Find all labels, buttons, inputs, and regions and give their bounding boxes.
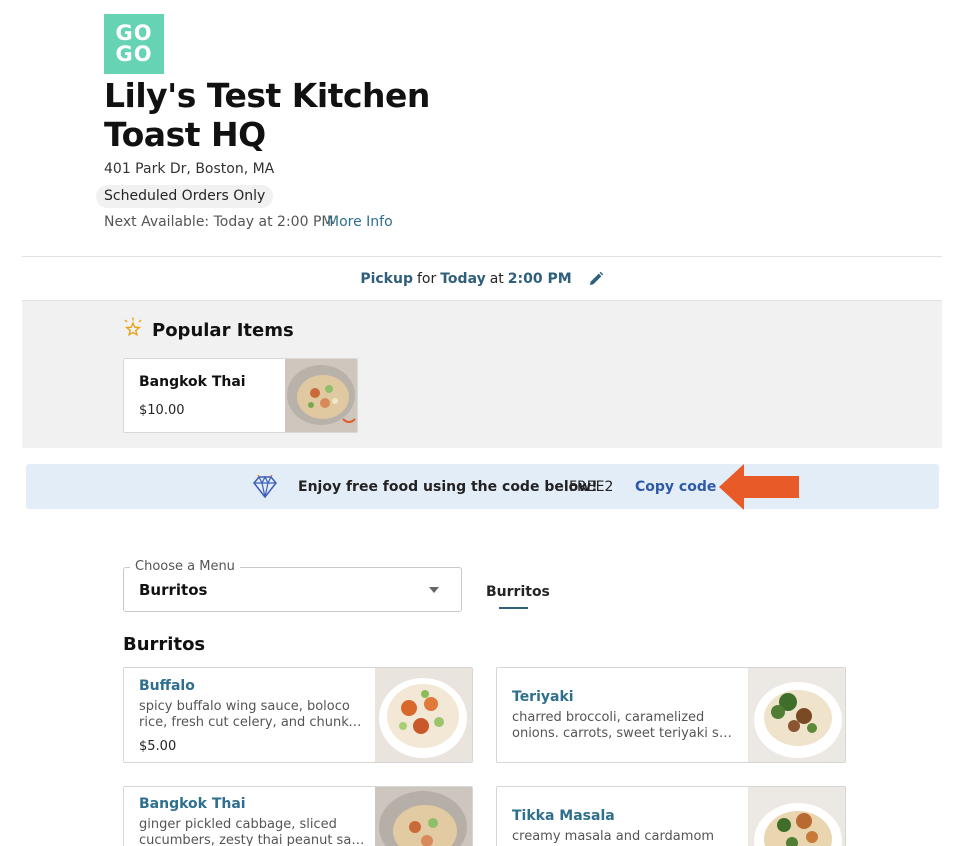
restaurant-logo: GO GO bbox=[104, 14, 164, 74]
buffalo-bowl-image bbox=[375, 668, 472, 762]
menu-item-description: ginger pickled cabbage, sliced cucumbers… bbox=[139, 817, 365, 846]
scheduled-orders-badge: Scheduled Orders Only bbox=[96, 185, 274, 208]
menu-item-name: Tikka Masala bbox=[512, 808, 615, 824]
star-icon bbox=[122, 317, 144, 343]
menu-item-card-buffalo[interactable]: Buffalo spicy buffalo wing sauce, boloco… bbox=[123, 667, 473, 763]
menu-item-card-bangkok-thai[interactable]: Bangkok Thai ginger pickled cabbage, sli… bbox=[123, 786, 473, 846]
menu-item-description-line-1: charred broccoli, caramelized bbox=[512, 710, 705, 725]
menu-item-name: Buffalo bbox=[139, 678, 195, 694]
pickup-for-text: for bbox=[416, 270, 437, 287]
menu-item-description-line-2: rice, fresh cut celery, and chunky… bbox=[139, 715, 365, 730]
pickup-time: 2:00 PM bbox=[507, 270, 572, 287]
logo-line-1: GO bbox=[115, 21, 153, 45]
menu-item-name: Teriyaki bbox=[512, 689, 574, 705]
active-tab-indicator bbox=[499, 607, 528, 609]
menu-item-name: Bangkok Thai bbox=[139, 796, 246, 812]
menu-item-description: charred broccoli, caramelized onions. ca… bbox=[512, 710, 738, 742]
menu-item-price: $5.00 bbox=[139, 739, 177, 754]
copy-code-button[interactable]: Copy code bbox=[635, 479, 716, 495]
restaurant-address: 401 Park Dr, Boston, MA bbox=[104, 161, 275, 177]
menu-item-card-tikka-masala[interactable]: Tikka Masala creamy masala and cardamom bbox=[496, 786, 846, 846]
menu-select[interactable]: Choose a Menu Burritos bbox=[123, 559, 462, 612]
diamond-icon bbox=[252, 474, 278, 499]
popular-item-price: $10.00 bbox=[139, 403, 185, 418]
arrow-icon bbox=[718, 463, 800, 511]
section-title-burritos: Burritos bbox=[123, 634, 206, 655]
promo-banner: Enjoy free food using the code below! FR… bbox=[26, 464, 939, 509]
logo-line-2: GO bbox=[115, 42, 153, 66]
popular-items-header: Popular Items bbox=[122, 317, 294, 343]
menu-item-description-line-2: onions. carrots, sweet teriyaki sau… bbox=[512, 726, 738, 741]
pickup-time-bar[interactable]: Pickup for Today at 2:00 PM bbox=[22, 256, 942, 301]
burrito-image bbox=[285, 359, 357, 432]
restaurant-name-line-2: Toast HQ bbox=[104, 115, 266, 154]
tab-burritos[interactable]: Burritos bbox=[486, 584, 550, 600]
promo-text: Enjoy free food using the code below! bbox=[298, 479, 598, 495]
menu-item-description: creamy masala and cardamom bbox=[512, 829, 738, 845]
restaurant-name: Lily's Test Kitchen Toast HQ bbox=[104, 76, 430, 154]
restaurant-name-line-1: Lily's Test Kitchen bbox=[104, 76, 430, 115]
popular-items-section: Popular Items Bangkok Thai $10.00 bbox=[22, 301, 942, 448]
popular-items-title: Popular Items bbox=[152, 319, 294, 341]
teriyaki-bowl-image bbox=[748, 668, 845, 762]
bangkok-thai-burrito-image bbox=[375, 787, 472, 846]
pickup-at-text: at bbox=[489, 270, 504, 287]
next-available-text: Next Available: Today at 2:00 PM bbox=[104, 214, 334, 230]
menu-item-card-teriyaki[interactable]: Teriyaki charred broccoli, caramelized o… bbox=[496, 667, 846, 763]
menu-select-value: Burritos bbox=[139, 581, 208, 599]
menu-item-description: spicy buffalo wing sauce, boloco rice, f… bbox=[139, 699, 365, 731]
pickup-day: Today bbox=[440, 270, 486, 287]
popular-item-name: Bangkok Thai bbox=[139, 374, 246, 390]
menu-item-description-line-2: cucumbers, zesty thai peanut sauc… bbox=[139, 833, 365, 846]
popular-item-card[interactable]: Bangkok Thai $10.00 bbox=[123, 358, 358, 433]
menu-item-description-line-1: creamy masala and cardamom bbox=[512, 829, 715, 844]
tikka-masala-bowl-image bbox=[748, 787, 845, 846]
pickup-mode: Pickup bbox=[360, 270, 413, 287]
menu-select-label: Choose a Menu bbox=[130, 559, 240, 574]
more-info-link[interactable]: More Info bbox=[327, 214, 393, 230]
pencil-icon[interactable] bbox=[588, 271, 604, 287]
menu-item-description-line-1: spicy buffalo wing sauce, boloco bbox=[139, 699, 350, 714]
menu-item-description-line-1: ginger pickled cabbage, sliced bbox=[139, 817, 337, 832]
caret-down-icon bbox=[429, 587, 439, 593]
promo-code: FREE2 bbox=[569, 479, 614, 495]
